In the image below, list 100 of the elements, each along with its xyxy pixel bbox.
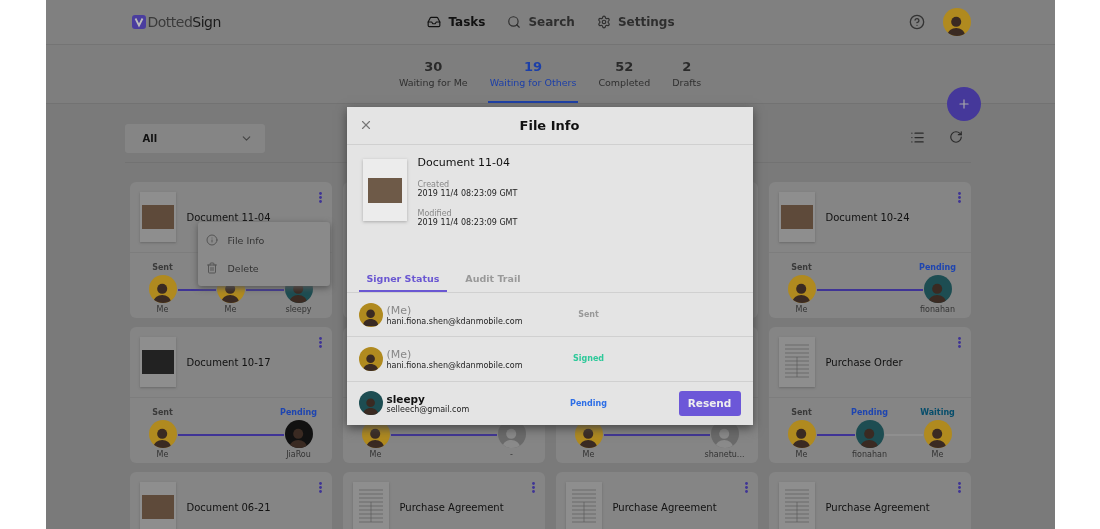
signer-name: Me [156,305,169,314]
signer-name: fionahan [920,305,955,314]
user-avatar [923,275,952,303]
user-avatar [284,420,313,448]
signer-name: Me [931,450,944,459]
signer-email: hani.fiona.shen@kdanmobile.com [386,361,523,370]
user-avatar [787,275,816,303]
filter-dropdown[interactable]: All [124,124,265,153]
signer-name: (Me) [386,348,413,361]
created-label: Created [417,180,451,189]
signer-status: Pending [851,408,888,418]
document-card[interactable]: Document 11-04 Sent Me Me sleepy File Info Delete [129,182,332,318]
signer-name: Me [795,450,808,459]
photo-placeholder [141,205,174,229]
document-title: Purchase Agreement [612,501,717,513]
user-avatar [148,275,177,303]
document-title: Document 11-04 [186,211,271,223]
signer-name: sleepy [386,392,425,405]
nav-item[interactable]: Tasks [427,15,486,29]
more-button[interactable] [957,482,961,493]
signer-email: hani.fiona.shen@kdanmobile.com [386,316,523,326]
more-button[interactable] [531,482,535,493]
user-avatar [148,420,177,448]
modified-date: 2019 11/4 08:23:09 GMT [417,218,518,227]
refresh-icon[interactable] [948,130,963,144]
more-icon [957,337,961,348]
document-title: Document 10-24 [825,211,910,223]
more-icon [744,482,748,493]
user-avatar [358,391,383,416]
list-view-icon[interactable] [909,130,925,145]
more-icon [318,337,322,348]
photo-placeholder [367,177,402,203]
document-title: Purchase Agreement [399,501,504,513]
photo-placeholder [780,205,813,229]
signer-status: Sent [152,263,173,273]
document-card[interactable]: Purchase Agreement [342,472,545,529]
signer-name: Me [795,305,808,314]
settings-icon [596,15,611,29]
trash-icon [205,262,218,274]
signer-status: Signed [572,354,605,364]
status-tab[interactable]: 52 Completed [596,45,653,103]
status-tab[interactable]: 30 Waiting for Me [396,45,470,103]
document-name: Document 11-04 [417,156,511,169]
document-card[interactable]: Purchase Agreement [555,472,758,529]
more-icon [957,192,961,203]
document-title: Document 10-17 [186,356,271,368]
status-tab[interactable]: 19 Waiting for Others [487,45,579,103]
help-icon[interactable] [908,14,925,30]
signer-status: Pending [919,263,956,273]
user-avatar [787,420,816,448]
document-title: Document 06-21 [186,501,271,513]
info-icon [205,234,218,246]
more-button[interactable] [318,192,322,203]
more-icon [318,192,322,203]
nav-item[interactable]: Settings [596,15,675,29]
signer-status: Pending [280,408,317,418]
user-avatar [942,8,971,36]
menu-item[interactable]: Delete [197,254,330,282]
signer-name: Me [224,305,237,314]
signer-status: Sent [791,408,812,418]
modified-label: Modified [417,209,453,218]
user-avatar [855,420,884,448]
logo-icon [131,15,146,29]
document-card[interactable]: Document 10-24 Sent Me Pending fionahan [768,182,971,318]
resend-button[interactable]: Resend [678,390,741,416]
more-icon [318,482,322,493]
logo-text: DottedSign [147,14,221,30]
dialog-title: File Info [519,118,580,133]
inbox-icon [427,15,442,29]
document-card[interactable]: Document 10-17 Sent Me Pending JiaRou [129,327,332,463]
signer-status: Waiting [920,408,955,418]
signer-name: Me [369,450,382,459]
more-button[interactable] [957,192,961,203]
signer-status: Sent [578,310,599,320]
signer-name: shanetu... [704,450,745,459]
signer-name: Me [582,450,595,459]
signer-name: sleepy [285,305,312,314]
signer-name: - [510,450,513,459]
more-icon [957,482,961,493]
signer-status: Sent [791,263,812,273]
status-tab[interactable]: 2 Drafts [670,45,704,103]
photo-placeholder [141,350,174,374]
user-avatar [358,302,383,327]
signer-name: (Me) [386,303,413,317]
signer-name: Me [156,450,169,459]
dialog-tab[interactable]: Signer Status [358,269,448,292]
more-button[interactable] [744,482,748,493]
document-card[interactable]: Document 06-21 [129,472,332,529]
menu-item[interactable]: File Info [197,226,330,254]
document-card[interactable]: Purchase Order Sent Me Pending fionahan Waiting Me [768,327,971,463]
created-date: 2019 11/4 08:23:09 GMT [417,189,518,198]
photo-placeholder [141,495,174,519]
signer-status: Pending [570,398,607,408]
document-title: Purchase Agreement [825,501,930,513]
more-button[interactable] [318,337,322,348]
nav-item[interactable]: Search [507,15,575,29]
document-card[interactable]: Purchase Agreement [768,472,971,529]
more-button[interactable] [957,337,961,348]
more-button[interactable] [318,482,322,493]
plus-icon [956,97,971,111]
